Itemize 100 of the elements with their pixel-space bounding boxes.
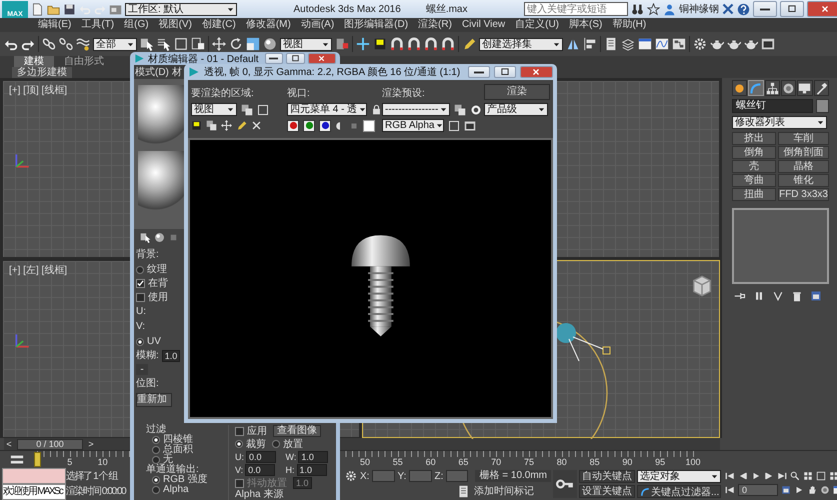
list-icon[interactable] bbox=[604, 37, 618, 51]
command-tab[interactable] bbox=[764, 80, 780, 96]
close-button[interactable] bbox=[520, 66, 553, 78]
workspace-dropdown[interactable]: 工作区: 默认 bbox=[125, 2, 237, 16]
menu-item[interactable]: 模式(D) bbox=[135, 65, 169, 79]
x-shape-icon[interactable] bbox=[722, 3, 734, 15]
schematic-icon[interactable] bbox=[672, 37, 686, 51]
render-preset-dropdown[interactable]: ---------------- bbox=[382, 103, 450, 116]
wave-icon[interactable] bbox=[76, 37, 90, 51]
radio-button[interactable] bbox=[152, 476, 160, 484]
viewport-label[interactable]: [+] [左] [线框] bbox=[9, 263, 68, 277]
modifier-button[interactable]: 扭曲 bbox=[732, 188, 776, 201]
coordinate-system-dropdown[interactable]: 视图 bbox=[280, 38, 332, 50]
align-icon[interactable] bbox=[583, 37, 597, 51]
maximize-button[interactable] bbox=[286, 53, 305, 64]
lock-icon[interactable] bbox=[371, 104, 382, 115]
move-icon[interactable] bbox=[212, 37, 226, 51]
spinner-field[interactable]: 1.0 bbox=[296, 464, 326, 476]
binoculars-icon[interactable] bbox=[631, 2, 644, 16]
broken-link-icon[interactable] bbox=[59, 37, 73, 51]
menu-item[interactable]: 组(G) bbox=[124, 19, 149, 31]
copy-icon[interactable] bbox=[206, 120, 217, 131]
radio-button[interactable] bbox=[152, 436, 160, 444]
ribbon-tab[interactable]: 建模 bbox=[14, 56, 54, 67]
window-crossing-icon[interactable] bbox=[191, 37, 205, 51]
menu-item[interactable]: 渲染(R) bbox=[418, 19, 452, 31]
window-icon[interactable] bbox=[638, 37, 652, 51]
search-field[interactable]: 键入关键字或短语 bbox=[524, 2, 628, 16]
window-icon[interactable] bbox=[464, 120, 476, 132]
document-icon[interactable] bbox=[31, 2, 44, 16]
select-list-icon[interactable] bbox=[157, 37, 171, 51]
auto-key-button[interactable]: 自动关键点 bbox=[579, 470, 635, 483]
modifier-button[interactable]: 倒角 bbox=[732, 146, 776, 159]
viewport-dropdown[interactable]: 四元菜单 4 - 透 bbox=[287, 103, 367, 116]
move-icon[interactable] bbox=[221, 120, 232, 131]
view-image-button[interactable]: 查看图像 bbox=[273, 425, 321, 437]
set-key-mode-button[interactable]: 设置关键点 bbox=[579, 485, 635, 498]
minimize-button[interactable] bbox=[264, 53, 284, 64]
previous-frame-button[interactable]: < bbox=[4, 438, 14, 450]
selection-filter-dropdown[interactable]: 全部 bbox=[93, 38, 137, 50]
target-icon[interactable] bbox=[470, 104, 482, 116]
color-swatch[interactable] bbox=[363, 120, 375, 132]
command-tab[interactable] bbox=[814, 80, 829, 96]
ribbon-panel-label[interactable]: 多边形建模 bbox=[12, 67, 72, 78]
set-key-button[interactable] bbox=[553, 470, 577, 498]
command-tab[interactable] bbox=[732, 80, 748, 96]
pivot-square-icon[interactable] bbox=[335, 37, 349, 51]
modifier-button[interactable]: 倒角剖面 bbox=[778, 146, 829, 159]
magnet-icon[interactable] bbox=[441, 37, 455, 51]
pin-icon[interactable] bbox=[734, 290, 746, 302]
radio-button[interactable] bbox=[235, 440, 243, 448]
skip-forward-icon[interactable] bbox=[777, 471, 787, 481]
frame-marker[interactable] bbox=[34, 452, 41, 467]
pencil-icon[interactable] bbox=[462, 37, 476, 51]
trash-icon[interactable] bbox=[791, 290, 803, 302]
magnet-icon[interactable] bbox=[407, 37, 421, 51]
frame-window-icon[interactable] bbox=[761, 37, 775, 51]
jitter-field[interactable]: 1.0 bbox=[293, 477, 312, 489]
key-filters-button[interactable]: 关键点过滤器... bbox=[637, 485, 721, 498]
render-button[interactable]: 渲染 bbox=[484, 84, 550, 100]
checkbox[interactable] bbox=[136, 279, 145, 288]
grid-icon[interactable] bbox=[803, 471, 813, 481]
modifier-stack-panel[interactable] bbox=[732, 208, 829, 284]
radio-button[interactable] bbox=[152, 446, 160, 454]
modifier-button[interactable]: FFD 3x3x3 bbox=[778, 188, 829, 201]
menu-item[interactable]: 自定义(U) bbox=[515, 19, 559, 31]
menu-item[interactable]: Civil View bbox=[462, 19, 506, 31]
pencil-icon[interactable] bbox=[236, 120, 247, 131]
reload-button[interactable]: 重新加 bbox=[136, 393, 172, 407]
save-icon[interactable] bbox=[63, 2, 76, 16]
radio-button[interactable] bbox=[272, 440, 280, 448]
menu-item[interactable]: 视图(V) bbox=[158, 19, 192, 31]
view-cube-icon[interactable] bbox=[691, 275, 713, 297]
minimize-button[interactable] bbox=[468, 66, 490, 78]
modifier-button[interactable]: 晶格 bbox=[778, 160, 829, 173]
close-button[interactable] bbox=[807, 1, 837, 17]
radio-button[interactable] bbox=[152, 486, 160, 494]
copy-icon[interactable] bbox=[454, 104, 466, 116]
gear-icon[interactable] bbox=[693, 37, 707, 51]
object-color-swatch[interactable] bbox=[816, 99, 829, 113]
scale-icon[interactable] bbox=[246, 37, 260, 51]
command-tab[interactable] bbox=[780, 80, 796, 96]
render-area-dropdown[interactable]: 视图 bbox=[191, 103, 237, 116]
viewport-label[interactable]: [+] [顶] [线框] bbox=[9, 83, 68, 97]
play-icon[interactable] bbox=[751, 471, 761, 481]
user-icon[interactable] bbox=[663, 2, 676, 16]
checkbox[interactable] bbox=[136, 293, 145, 302]
ribbon-tab[interactable]: 自由形式 bbox=[54, 56, 114, 67]
command-tab[interactable] bbox=[797, 80, 813, 96]
step-forward-icon[interactable] bbox=[764, 471, 774, 481]
time-slider-thumb[interactable]: < 0 / 100 > bbox=[4, 438, 96, 450]
next-frame-button[interactable]: > bbox=[86, 438, 96, 450]
crosshair-icon[interactable] bbox=[356, 37, 370, 51]
object-name-field[interactable]: 螺丝钉 bbox=[732, 99, 813, 113]
modifier-button[interactable]: 锥化 bbox=[778, 174, 829, 187]
radio-button[interactable] bbox=[136, 266, 144, 274]
folder-window-icon[interactable] bbox=[109, 2, 122, 16]
close-button[interactable] bbox=[308, 53, 336, 64]
menu-item[interactable]: 工具(T) bbox=[81, 19, 114, 31]
menu-item[interactable]: 材 bbox=[172, 65, 182, 79]
